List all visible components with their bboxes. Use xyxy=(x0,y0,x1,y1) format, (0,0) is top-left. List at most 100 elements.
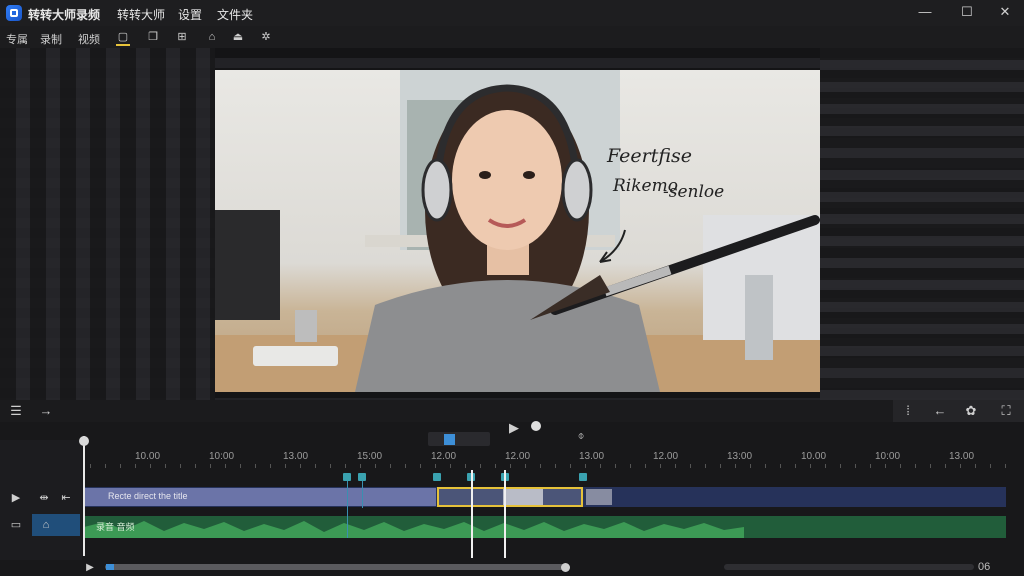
ruler-label: 13.00 xyxy=(579,451,605,462)
audio-track-icon[interactable]: ▭ xyxy=(8,517,24,533)
arrow-right-icon[interactable]: → xyxy=(38,403,54,419)
ruler-tick xyxy=(165,464,166,468)
ruler-tick xyxy=(375,464,376,468)
ruler-tick xyxy=(285,464,286,468)
ruler-label: 10:00 xyxy=(209,451,235,462)
ruler-tick xyxy=(975,464,976,468)
ruler-tick xyxy=(420,464,421,468)
record-dot-icon[interactable] xyxy=(531,421,541,431)
marker[interactable] xyxy=(433,473,441,481)
marker[interactable] xyxy=(579,473,587,481)
ruler-tick xyxy=(555,464,556,468)
timeline-scrollbar[interactable] xyxy=(105,564,567,570)
ruler-tick xyxy=(315,464,316,468)
scrollbar-handle[interactable] xyxy=(561,563,570,572)
ruler-tick xyxy=(765,464,766,468)
menu-item-brand[interactable]: 转转大师 xyxy=(117,6,165,23)
play-icon[interactable]: ▶ xyxy=(506,420,522,436)
ruler-tick xyxy=(870,464,871,468)
ruler-tick xyxy=(90,464,91,468)
list-icon[interactable]: ☰ xyxy=(8,403,24,419)
clip-tail xyxy=(586,489,612,505)
ruler-tick xyxy=(1005,464,1006,468)
ruler-tick xyxy=(585,464,586,468)
foam-panel-right xyxy=(820,48,1024,400)
foam-panel-left xyxy=(0,48,215,400)
lock-icon[interactable]: ⌂ xyxy=(38,517,54,533)
grid-icon[interactable]: ⁞ xyxy=(900,403,916,419)
video-preview[interactable]: Feertfise Rikemo -senloe xyxy=(215,70,820,392)
ruler-tick xyxy=(450,464,451,468)
toolbar-item-video[interactable]: 视频 xyxy=(78,31,100,47)
playhead[interactable] xyxy=(83,436,85,556)
ruler-tick xyxy=(945,464,946,468)
scrollbar-start xyxy=(106,564,114,570)
ruler-tick xyxy=(195,464,196,468)
split-icon[interactable]: ⇹ xyxy=(36,490,52,506)
ruler-tick xyxy=(180,464,181,468)
audio-clip-label: 录音 音频 xyxy=(96,522,135,532)
zoom-slider[interactable] xyxy=(724,564,974,570)
ruler-tick xyxy=(780,464,781,468)
in-point-line[interactable] xyxy=(471,470,473,558)
arrow-left-icon[interactable]: ← xyxy=(932,403,948,419)
audio-icon[interactable]: ⏏ xyxy=(231,30,245,44)
ruler-tick xyxy=(795,464,796,468)
fullscreen-icon[interactable]: ⛶ xyxy=(998,403,1014,419)
ruler-label: 10:00 xyxy=(875,451,901,462)
zoom-active-icon[interactable] xyxy=(444,434,455,445)
ruler-tick xyxy=(885,464,886,468)
flower-icon[interactable]: ✿ xyxy=(963,403,979,419)
zoom-control-group xyxy=(428,432,490,446)
ruler-tick xyxy=(960,464,961,468)
ruler-tick xyxy=(480,464,481,468)
screen-record-icon[interactable]: ▢ xyxy=(116,30,130,46)
marker[interactable] xyxy=(358,473,366,481)
ruler-tick xyxy=(330,464,331,468)
ruler-tick xyxy=(810,464,811,468)
menu-item-settings[interactable]: 设置 xyxy=(178,6,202,23)
ruler-label: 10.00 xyxy=(801,451,827,462)
window-record-icon[interactable]: ❐ xyxy=(146,30,160,44)
marker-line xyxy=(347,478,348,538)
ruler-tick xyxy=(750,464,751,468)
ruler-tick xyxy=(840,464,841,468)
ruler-label: 13.00 xyxy=(283,451,309,462)
app-logo-icon xyxy=(6,5,22,21)
playhead-handle[interactable] xyxy=(79,436,89,446)
ruler-tick xyxy=(525,464,526,468)
marker[interactable] xyxy=(343,473,351,481)
ruler-label: 12.00 xyxy=(431,451,457,462)
close-button[interactable]: ✕ xyxy=(988,0,1022,26)
audio-waveform xyxy=(84,521,744,538)
ruler-label: 13:00 xyxy=(727,451,753,462)
ruler-tick xyxy=(465,464,466,468)
video-track-play-icon[interactable]: ▶ xyxy=(8,490,24,506)
snap-icon[interactable]: ⌽ xyxy=(573,428,589,444)
camera-icon[interactable]: ⌂ xyxy=(205,30,219,44)
minimize-button[interactable]: — xyxy=(908,0,942,26)
ruler-tick xyxy=(660,464,661,468)
toolbar-item-record[interactable]: 录制 xyxy=(40,31,62,47)
settings-gear-icon[interactable]: ✲ xyxy=(259,30,273,44)
ruler-tick xyxy=(630,464,631,468)
ruler-tick xyxy=(690,464,691,468)
out-point-line[interactable] xyxy=(504,470,506,558)
ruler-tick xyxy=(135,464,136,468)
menu-item-folder[interactable]: 文件夹 xyxy=(217,6,253,23)
toolbar-item-exclusive[interactable]: 专属 xyxy=(6,31,28,47)
clip-thumbnail xyxy=(503,489,543,505)
region-record-icon[interactable]: ⊞ xyxy=(175,30,189,44)
bottom-play-icon[interactable]: ▶ xyxy=(82,560,98,576)
ruler-tick xyxy=(225,464,226,468)
ruler-tick xyxy=(360,464,361,468)
ruler-tick xyxy=(855,464,856,468)
ruler-label: 12.00 xyxy=(653,451,679,462)
maximize-button[interactable]: ☐ xyxy=(950,0,984,26)
ruler-tick xyxy=(825,464,826,468)
ruler-tick xyxy=(120,464,121,468)
trim-icon[interactable]: ⇤ xyxy=(58,490,74,506)
ruler-tick xyxy=(390,464,391,468)
ruler-tick xyxy=(240,464,241,468)
ruler-tick xyxy=(210,464,211,468)
